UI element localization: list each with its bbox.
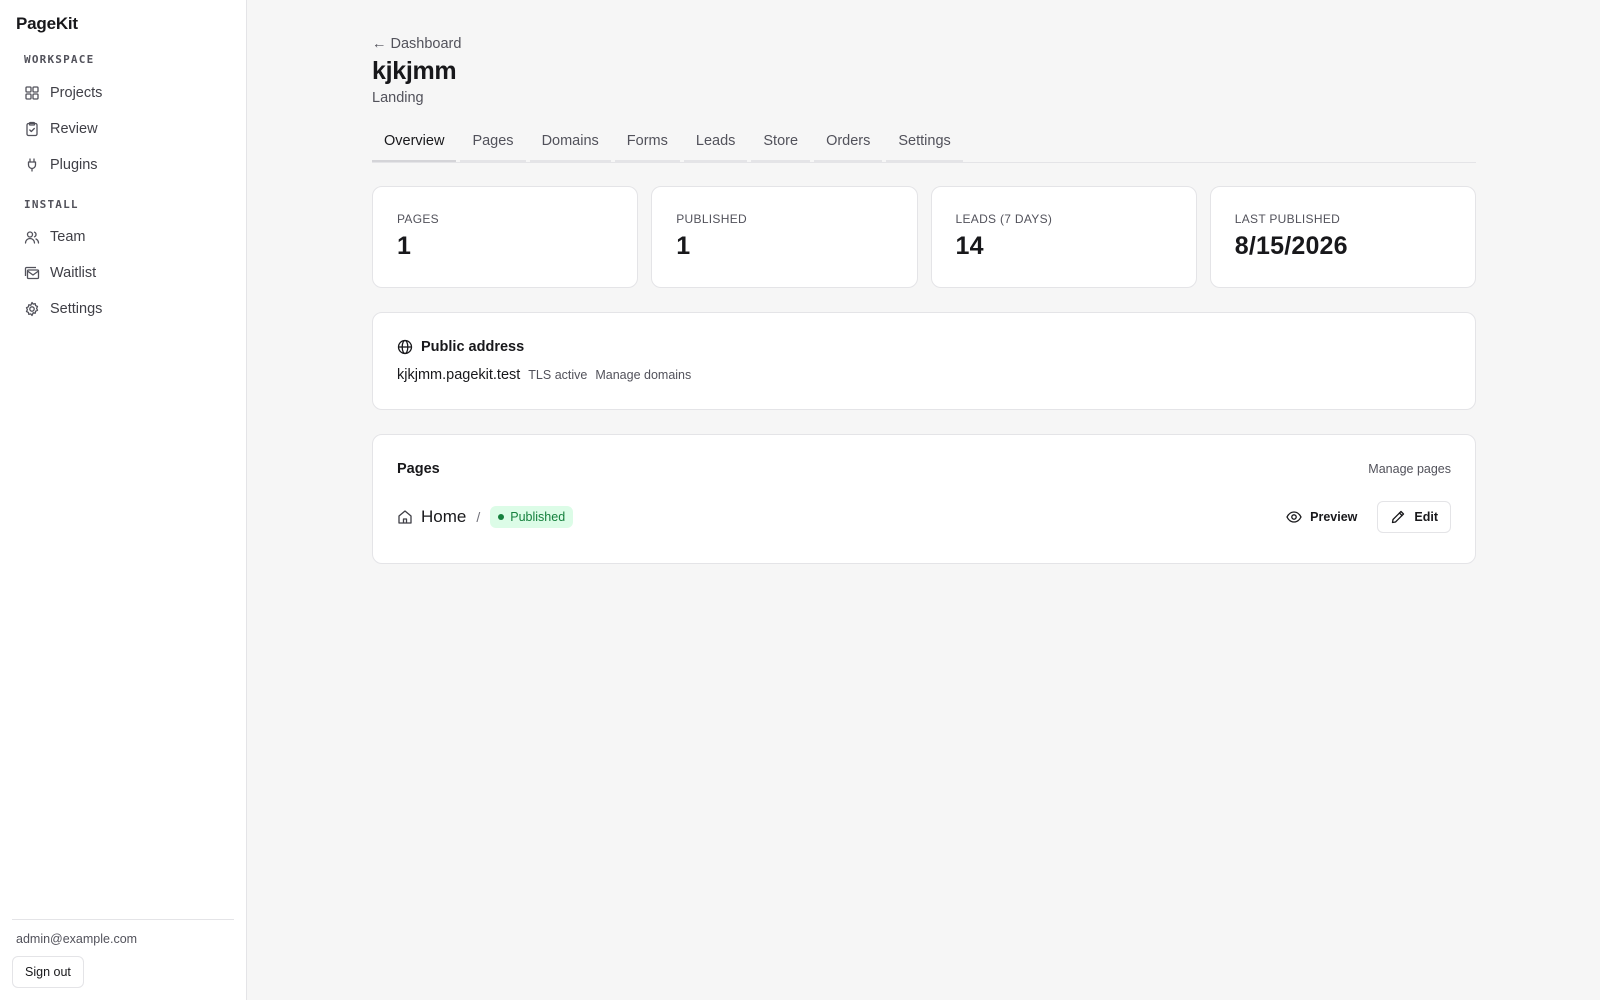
clipboard-check-icon (24, 121, 40, 137)
sidebar-item-label: Projects (50, 85, 103, 101)
sidebar-item-team[interactable]: Team (24, 226, 85, 248)
sidebar-item-projects[interactable]: Projects (24, 82, 102, 104)
public-address-card: Public address kjkjmm.pagekit.test TLS a… (372, 312, 1476, 410)
public-address-row: kjkjmm.pagekit.test TLS active Manage do… (397, 367, 691, 383)
arrow-left-icon: ← (372, 36, 387, 52)
mail-stack-icon (24, 265, 40, 281)
pages-card-title: Pages (397, 461, 440, 477)
edit-label: Edit (1414, 510, 1438, 524)
stat-label: LEADS (7 DAYS) (955, 212, 1053, 226)
preview-button[interactable]: Preview (1286, 509, 1357, 525)
eye-icon (1286, 509, 1302, 525)
stat-card-leads: LEADS (7 DAYS) 14 (930, 186, 1197, 288)
section-label-install: INSTALL (24, 198, 79, 211)
stat-card-published: PUBLISHED 1 (651, 186, 918, 288)
stat-value: 1 (397, 232, 412, 260)
tab-store[interactable]: Store (751, 128, 811, 162)
sidebar-item-plugins[interactable]: Plugins (24, 154, 98, 176)
gear-icon (24, 301, 40, 317)
tab-orders[interactable]: Orders (814, 128, 883, 162)
page-row-actions: Preview Edit (1286, 501, 1451, 533)
page-name[interactable]: Home (421, 507, 466, 527)
tab-forms[interactable]: Forms (614, 128, 680, 162)
preview-label: Preview (1310, 510, 1358, 524)
pencil-icon (1390, 509, 1406, 525)
plug-icon (24, 157, 40, 173)
sign-out-button[interactable]: Sign out (12, 956, 84, 988)
sidebar-item-label: Review (50, 121, 98, 137)
edit-button[interactable]: Edit (1377, 501, 1451, 533)
home-icon (397, 509, 413, 525)
stat-label: LAST PUBLISHED (1234, 212, 1341, 226)
tab-domains[interactable]: Domains (529, 128, 611, 162)
back-to-dashboard-link[interactable]: ← Dashboard (372, 36, 461, 52)
sidebar-item-review[interactable]: Review (24, 118, 98, 140)
tls-status: TLS active (528, 368, 588, 382)
public-address-header: Public address (397, 339, 524, 355)
manage-domains-link[interactable]: Manage domains (595, 368, 691, 382)
page-title: kjkjmm (372, 57, 457, 85)
sidebar: PageKit WORKSPACE Projects Review Plugin… (0, 0, 247, 1000)
user-email: admin@example.com (16, 932, 138, 946)
stat-value: 14 (955, 232, 984, 260)
tab-leads[interactable]: Leads (683, 128, 748, 162)
status-dot-icon (498, 514, 505, 520)
sidebar-item-label: Plugins (50, 157, 98, 173)
sidebar-item-settings[interactable]: Settings (24, 298, 102, 320)
stats-row: PAGES 1 PUBLISHED 1 LEADS (7 DAYS) 14 LA… (372, 186, 1476, 288)
public-address-title: Public address (421, 339, 525, 355)
manage-pages-link[interactable]: Manage pages (1368, 462, 1451, 476)
tab-bar: Overview Pages Domains Forms Leads Store… (372, 128, 1476, 163)
grid-icon (24, 85, 40, 101)
tab-pages[interactable]: Pages (460, 128, 526, 162)
stat-value: 1 (676, 232, 691, 260)
stat-card-last-published: LAST PUBLISHED 8/15/2026 (1209, 186, 1476, 288)
divider (12, 919, 234, 920)
domain-value[interactable]: kjkjmm.pagekit.test (397, 367, 520, 383)
stat-label: PUBLISHED (676, 212, 747, 226)
sidebar-item-label: Team (50, 229, 86, 245)
page-subtitle: Landing (372, 90, 424, 106)
sidebar-item-waitlist[interactable]: Waitlist (24, 262, 96, 284)
status-badge: Published (490, 506, 574, 528)
users-icon (24, 229, 40, 245)
path-separator: / (476, 509, 481, 525)
stat-value: 8/15/2026 (1234, 232, 1348, 260)
stat-label: PAGES (397, 212, 439, 226)
brand-logo[interactable]: PageKit (16, 14, 78, 34)
section-label-workspace: WORKSPACE (24, 53, 95, 66)
globe-icon (397, 339, 413, 355)
tab-overview[interactable]: Overview (372, 128, 457, 162)
pages-card: Pages Manage pages Home / Published Prev… (372, 434, 1476, 564)
back-link-label: Dashboard (390, 36, 462, 52)
stat-card-pages: PAGES 1 (372, 186, 639, 288)
sidebar-item-label: Waitlist (50, 265, 97, 281)
tab-settings[interactable]: Settings (886, 128, 963, 162)
status-badge-label: Published (510, 510, 566, 524)
page-row: Home / Published (397, 501, 574, 533)
sidebar-item-label: Settings (50, 301, 103, 317)
